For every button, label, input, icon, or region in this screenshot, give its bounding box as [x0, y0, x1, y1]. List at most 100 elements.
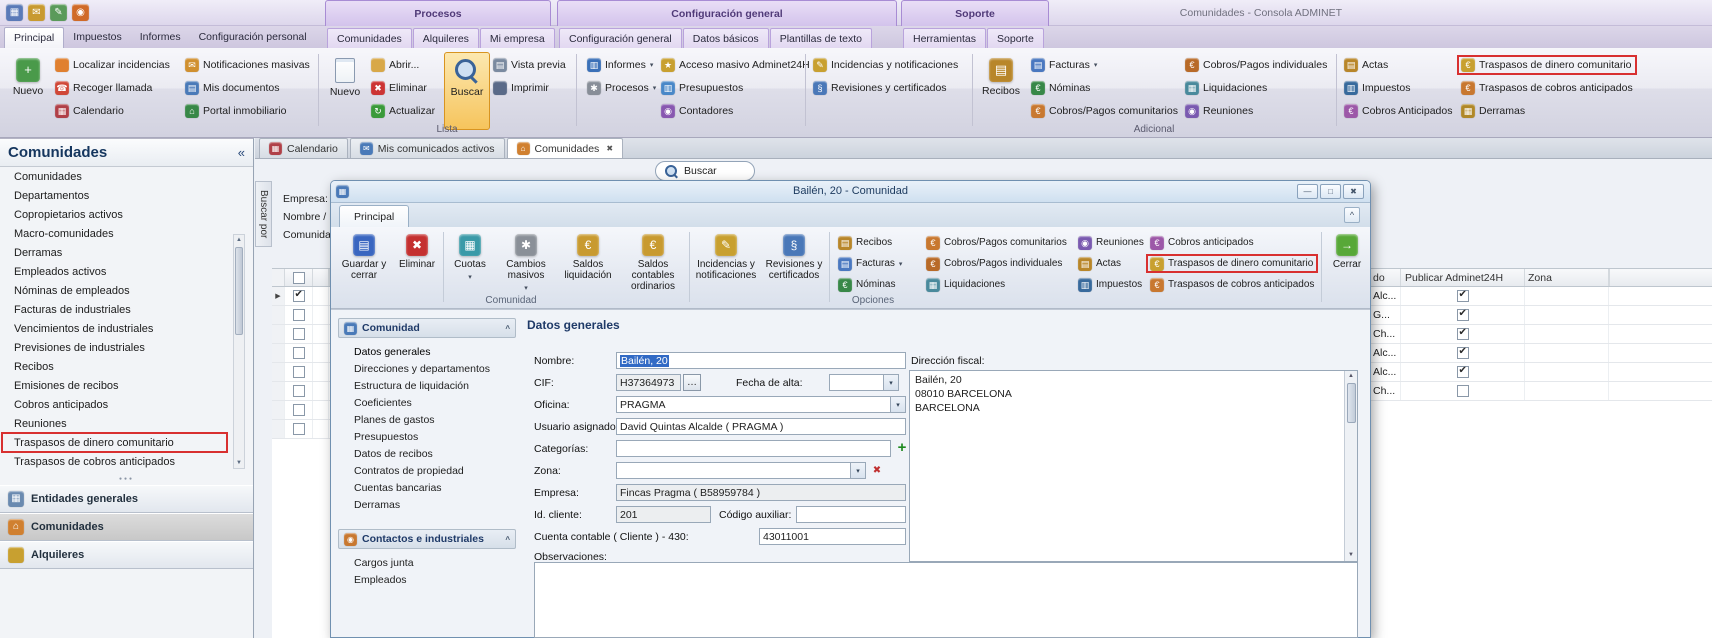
- table-row[interactable]: [272, 382, 330, 401]
- cif-field[interactable]: H37364973: [616, 374, 681, 391]
- table-row[interactable]: Alc...: [1371, 363, 1712, 382]
- scrollbar-thumb[interactable]: [235, 247, 243, 335]
- minimize-button[interactable]: —: [1297, 184, 1318, 199]
- table-row[interactable]: ▶: [272, 287, 330, 306]
- scroll-up-icon[interactable]: ▲: [1348, 371, 1354, 382]
- saldos-liquidacion-button[interactable]: € Saldos liquidación: [559, 231, 617, 281]
- table-row[interactable]: G...: [1371, 306, 1712, 325]
- sidebar-item[interactable]: Facturas de industriales: [2, 300, 227, 319]
- edit-note-icon[interactable]: ✎: [50, 4, 67, 21]
- row-checkbox[interactable]: [293, 366, 305, 378]
- close-button[interactable]: ✖: [1343, 184, 1364, 199]
- publicar-checkbox[interactable]: [1457, 290, 1469, 302]
- ribbon-button[interactable]: € Cobros/Pagos individuales: [923, 255, 1070, 272]
- nav-item[interactable]: Direcciones y departamentos: [338, 360, 516, 377]
- maximize-button[interactable]: □: [1320, 184, 1341, 199]
- nav-item[interactable]: Coeficientes: [338, 394, 516, 411]
- ribbon-button[interactable]: ▤ Mis documentos: [182, 79, 313, 97]
- document-tab[interactable]: ✉ Mis comunicados activos: [350, 138, 505, 158]
- mail-icon[interactable]: ✉: [28, 4, 45, 21]
- nav-item[interactable]: Presupuestos: [338, 428, 516, 445]
- ribbon-button[interactable]: ▥ Impuestos: [1341, 79, 1455, 97]
- ribbon-button[interactable]: € Cobros/Pagos comunitarios: [1028, 102, 1181, 120]
- row-checkbox[interactable]: [293, 385, 305, 397]
- ribbon-button[interactable]: ✎ Incidencias y notificaciones: [810, 56, 961, 74]
- ribbon-button[interactable]: ✱ Procesos ▾: [584, 79, 659, 97]
- nuevo-big-button[interactable]: + Nuevo: [5, 52, 51, 130]
- sidebar-item[interactable]: Traspasos de cobros anticipados: [2, 452, 227, 471]
- ribbon-button[interactable]: € Cobros/Pagos comunitarios: [923, 234, 1070, 251]
- ribbon-button[interactable]: € Traspasos de dinero comunitario: [1458, 56, 1636, 74]
- revisiones-button[interactable]: § Revisiones y certificados: [763, 231, 825, 281]
- ribbon-button[interactable]: ↻ Actualizar: [368, 102, 438, 120]
- sidebar-item[interactable]: Empleados activos: [2, 262, 227, 281]
- nav-item[interactable]: Cuentas bancarias: [338, 479, 516, 496]
- collapse-ribbon-icon[interactable]: ^: [1344, 207, 1360, 223]
- ribbon-button[interactable]: ▤ Actas: [1075, 255, 1147, 272]
- ribbon-button[interactable]: ✉ Notificaciones masivas: [182, 56, 313, 74]
- nav-section-contactos[interactable]: ◉ Contactos e industriales ^: [338, 529, 516, 549]
- direccion-fiscal-box[interactable]: Bailén, 2008010 BARCELONABARCELONA ▲ ▼: [909, 370, 1358, 562]
- sidebar-item[interactable]: Cobros anticipados: [2, 395, 227, 414]
- column-header-publicar[interactable]: Publicar Adminet24H: [1401, 269, 1525, 286]
- table-row[interactable]: [272, 401, 330, 420]
- publicar-checkbox[interactable]: [1457, 347, 1469, 359]
- publicar-checkbox[interactable]: [1457, 385, 1469, 397]
- empresa-field[interactable]: Fincas Pragma ( B58959784 ): [616, 484, 906, 501]
- categorias-field[interactable]: [616, 440, 891, 457]
- scrollbar-thumb[interactable]: [1347, 383, 1356, 423]
- table-row[interactable]: Alc...: [1371, 344, 1712, 363]
- ribbon-tab[interactable]: Configuración general: [559, 28, 682, 48]
- zona-field[interactable]: ▾: [616, 462, 866, 479]
- ribbon-button[interactable]: ▦ Liquidaciones: [923, 276, 1070, 293]
- tab-principal[interactable]: Principal: [339, 205, 409, 227]
- ribbon-button[interactable]: Abrir...: [368, 56, 438, 74]
- ribbon-button[interactable]: ▥ Impuestos: [1075, 276, 1147, 293]
- document-tab[interactable]: ⌂ Comunidades ✖: [507, 138, 624, 158]
- nuevo-document-big-button[interactable]: Nuevo: [322, 52, 368, 130]
- oficina-field[interactable]: PRAGMA ▾: [616, 396, 906, 413]
- ribbon-tab[interactable]: Principal: [4, 27, 64, 48]
- table-row[interactable]: Ch...: [1371, 325, 1712, 344]
- sidebar-panel[interactable]: ⌂ Comunidades: [0, 513, 253, 541]
- direccion-scrollbar[interactable]: ▲ ▼: [1344, 371, 1357, 561]
- nav-item[interactable]: Planes de gastos: [338, 411, 516, 428]
- scroll-down-icon[interactable]: ▼: [1348, 550, 1354, 561]
- usuario-asignado-field[interactable]: David Quintas Alcalde ( PRAGMA ): [616, 418, 906, 435]
- publicar-checkbox[interactable]: [1457, 328, 1469, 340]
- ribbon-button[interactable]: € Cobros Anticipados: [1341, 102, 1455, 120]
- sidebar-item[interactable]: Macro-comunidades: [2, 224, 227, 243]
- table-row[interactable]: Alc...: [1371, 287, 1712, 306]
- ribbon-tab[interactable]: Mi empresa: [480, 28, 555, 48]
- ribbon-tab[interactable]: Datos básicos: [683, 28, 769, 48]
- publicar-checkbox[interactable]: [1457, 366, 1469, 378]
- row-checkbox[interactable]: [293, 290, 305, 302]
- sidebar-splitter[interactable]: ●●●: [0, 475, 253, 483]
- add-categorias-icon[interactable]: +: [894, 440, 910, 457]
- scroll-up-icon[interactable]: ▲: [236, 235, 242, 245]
- sidebar-scrollbar[interactable]: ▲ ▼: [233, 234, 245, 469]
- sidebar-panel[interactable]: ▦ Entidades generales: [0, 485, 253, 513]
- nav-item[interactable]: Datos generales: [338, 343, 516, 360]
- sidebar-item[interactable]: Previsiones de industriales: [2, 338, 227, 357]
- incidencias-button[interactable]: ✎ Incidencias y notificaciones: [693, 231, 759, 281]
- ribbon-tab[interactable]: Soporte: [987, 28, 1044, 48]
- ribbon-button[interactable]: € Nóminas: [1028, 79, 1181, 97]
- table-row[interactable]: [272, 420, 330, 439]
- ribbon-button[interactable]: ▤ Vista previa: [490, 56, 569, 74]
- table-row[interactable]: [272, 325, 330, 344]
- nav-item[interactable]: Contratos de propiedad: [338, 462, 516, 479]
- nav-item[interactable]: Datos de recibos: [338, 445, 516, 462]
- dialog-titlebar[interactable]: ▦ Bailén, 20 - Comunidad — □ ✖: [331, 181, 1370, 203]
- scroll-down-icon[interactable]: ▼: [236, 458, 242, 468]
- column-header-estado[interactable]: do: [1371, 269, 1401, 286]
- ribbon-button[interactable]: € Cobros anticipados: [1147, 234, 1317, 251]
- guardar-y-cerrar-button[interactable]: ▤ Guardar y cerrar: [337, 231, 391, 281]
- observaciones-field[interactable]: [534, 562, 1358, 638]
- cif-lookup-button[interactable]: …: [683, 374, 701, 391]
- ribbon-tab[interactable]: Plantillas de texto: [770, 28, 872, 48]
- nav-section-comunidad[interactable]: ▦ Comunidad ^: [338, 318, 516, 338]
- row-checkbox[interactable]: [293, 404, 305, 416]
- ribbon-button[interactable]: ▤ Recibos: [835, 234, 905, 251]
- buscar-big-button[interactable]: Buscar: [444, 52, 490, 130]
